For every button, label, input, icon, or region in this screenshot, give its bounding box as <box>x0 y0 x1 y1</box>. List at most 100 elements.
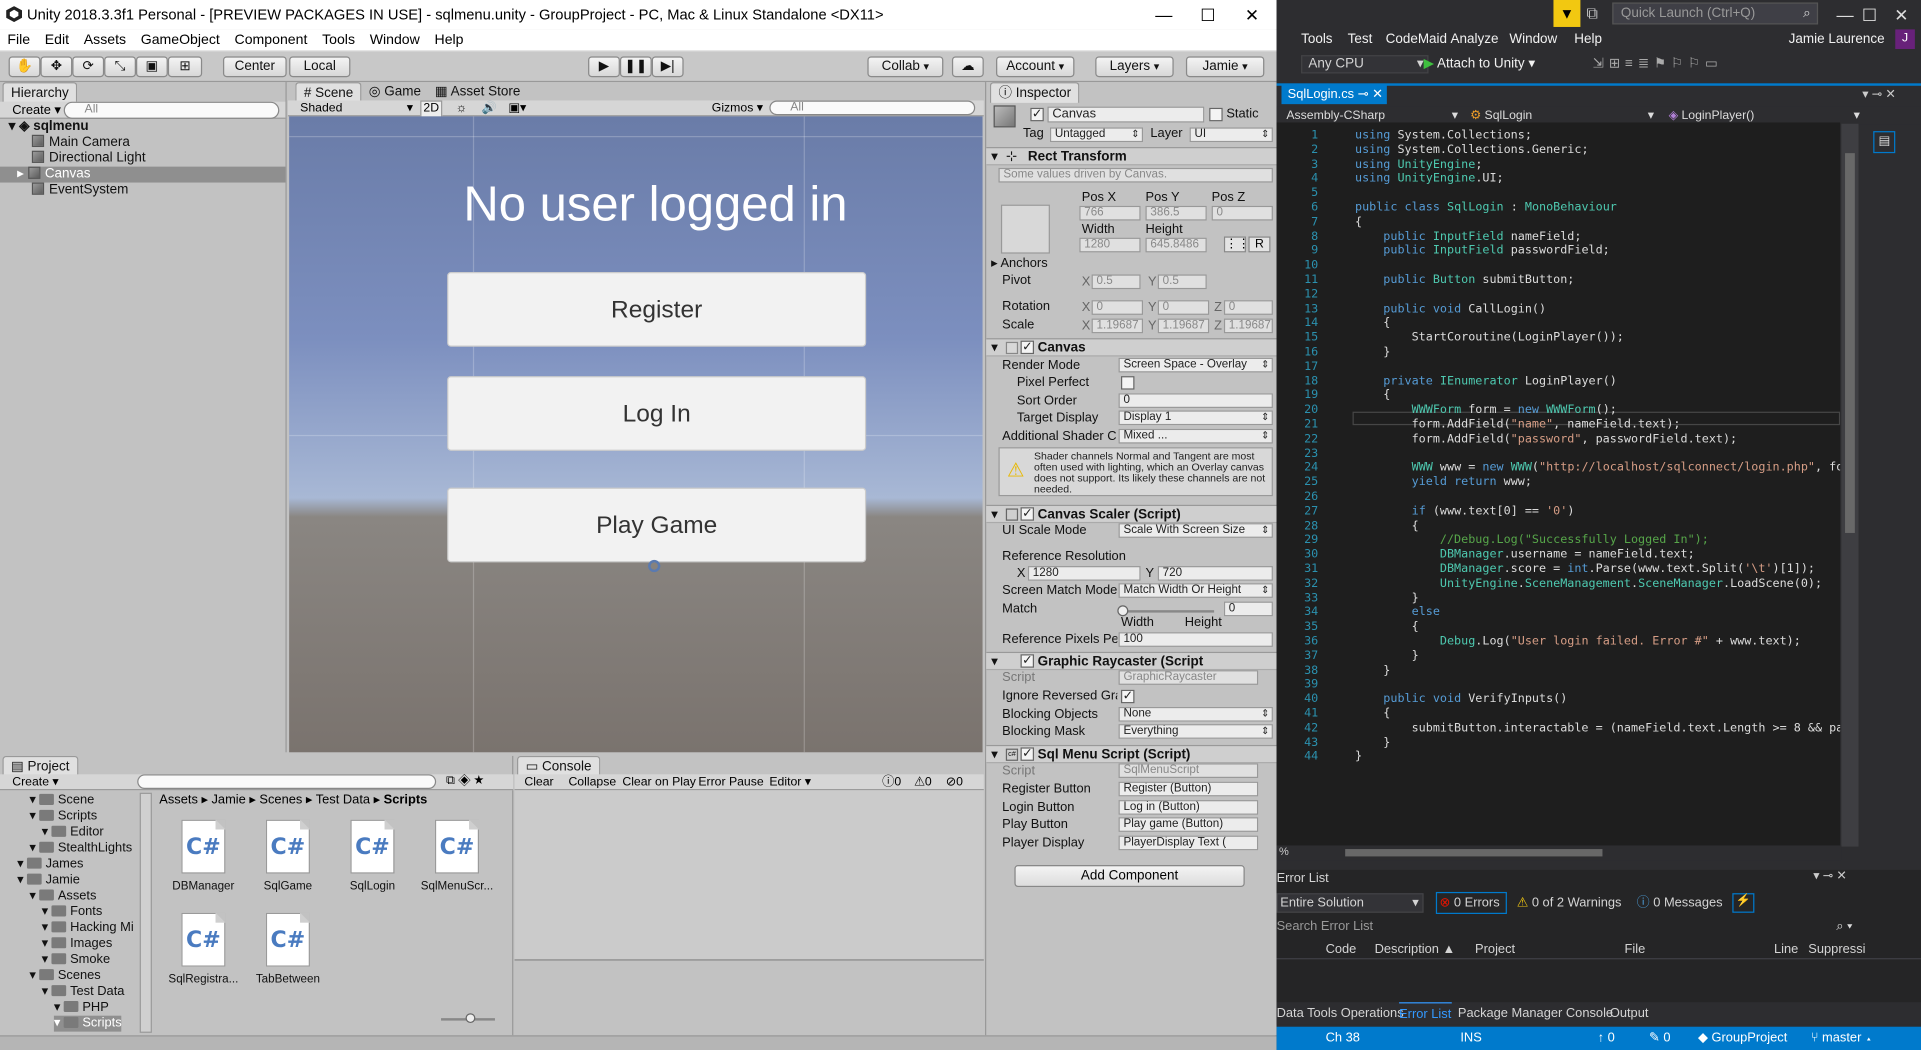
sql-menu-script-header[interactable]: ▾ c# ✓ Sql Menu Script (Script) <box>986 744 1278 764</box>
collab-dropdown[interactable]: Collab <box>867 56 944 78</box>
script-asset[interactable]: C# SqlLogin <box>333 819 411 906</box>
folder-tree-item[interactable]: ▾ Scripts <box>53 1015 122 1032</box>
menu-window[interactable]: Window <box>362 29 427 51</box>
code-line[interactable]: public void VerifyInputs() <box>1355 692 1567 706</box>
code-line[interactable]: StartCoroutine(LoginPlayer()); <box>1355 331 1624 345</box>
code-line[interactable]: WWWForm form = new WWWForm(); <box>1355 403 1617 417</box>
layers-dropdown[interactable]: Layers <box>1095 56 1174 78</box>
hierarchy-item-main-camera[interactable]: Main Camera <box>0 134 285 151</box>
scale-x-field[interactable]: 1.19687 <box>1091 318 1144 334</box>
folder-tree-item[interactable]: ▾ StealthLights <box>29 840 132 856</box>
col-code[interactable]: Code <box>1326 940 1357 960</box>
foldout-icon[interactable]: ▾ <box>991 148 998 165</box>
reference-y-field[interactable]: 720 <box>1157 566 1273 581</box>
match-mode-dropdown[interactable]: Match Width Or Height <box>1118 583 1273 598</box>
anchor-presets-icon[interactable] <box>1000 204 1050 254</box>
height-field[interactable]: 645.8486 <box>1145 237 1207 253</box>
code-line[interactable]: yield return www; <box>1355 476 1532 490</box>
code-line[interactable]: public Button submitButton; <box>1355 273 1574 287</box>
code-line[interactable]: { <box>1355 707 1390 721</box>
pivot-handle-icon[interactable] <box>648 559 661 573</box>
scale-mode-dropdown[interactable]: Scale With Screen Size <box>1118 523 1273 538</box>
folder-tree-item[interactable]: ▾ Hacking Mi <box>42 920 134 936</box>
pixel-perfect-checkbox[interactable] <box>1120 376 1135 390</box>
account-dropdown[interactable]: Account <box>996 56 1075 78</box>
tab-output[interactable]: Output <box>1610 1002 1649 1024</box>
filter-icon[interactable]: ▼ <box>1553 0 1581 27</box>
scale-y-field[interactable]: 1.19687 <box>1157 318 1210 334</box>
console-editor-dropdown[interactable]: Editor ▾ <box>769 774 811 790</box>
messages-filter-button[interactable]: ⓘ 0 Messages <box>1637 892 1723 914</box>
code-line[interactable]: } <box>1355 750 1362 764</box>
anchors-foldout[interactable]: ▸ Anchors <box>991 256 1048 272</box>
blueprint-mode-icon[interactable]: ⋮⋮ <box>1223 236 1250 253</box>
raw-edit-button[interactable]: R <box>1248 236 1271 253</box>
console-log-count[interactable]: ⓘ0 <box>882 774 901 790</box>
audio-icon[interactable]: 🔊 <box>481 100 496 116</box>
errors-filter-button[interactable]: ⊗ 0 Errors <box>1435 891 1507 915</box>
code-line[interactable]: } <box>1355 346 1390 360</box>
script-asset[interactable]: C# TabBetween <box>249 912 327 999</box>
code-line[interactable]: else <box>1355 606 1440 620</box>
crumb[interactable]: Test Data <box>316 793 370 808</box>
blocking-objects-dropdown[interactable]: None <box>1118 706 1273 722</box>
rotation-z-field[interactable]: 0 <box>1223 300 1273 315</box>
effects-icon[interactable]: ▣▾ <box>508 100 526 116</box>
blocking-mask-dropdown[interactable]: Everything <box>1118 724 1273 739</box>
pivot-local-button[interactable]: Local <box>289 56 351 78</box>
console-error-count[interactable]: ⊘0 <box>946 774 963 790</box>
user-avatar[interactable]: J <box>1895 29 1915 50</box>
menu-component[interactable]: Component <box>227 29 315 51</box>
code-line[interactable]: Debug.Log("User login failed. Error #" +… <box>1355 635 1801 649</box>
folder-tree-item[interactable]: ▾ PHP <box>54 1000 109 1016</box>
code-line[interactable]: } <box>1355 649 1419 663</box>
rect-tool-icon[interactable]: ▣ <box>135 56 168 78</box>
project-search-input[interactable] <box>137 774 437 790</box>
folder-tree-item[interactable]: ▾ James <box>17 856 83 872</box>
layout-dropdown[interactable]: Jamie <box>1185 56 1265 78</box>
component-enabled-checkbox[interactable]: ✓ <box>1020 507 1035 521</box>
col-file[interactable]: File <box>1625 940 1646 960</box>
code-line[interactable]: { <box>1355 519 1419 533</box>
script-asset[interactable]: C# SqlGame <box>249 819 327 906</box>
tab-sqllogin-cs[interactable]: SqlLogin.cs ⊸ ✕ <box>1281 84 1387 105</box>
code-line[interactable]: form.AddField("name", nameField.text); <box>1355 418 1681 432</box>
code-line[interactable]: { <box>1355 620 1419 634</box>
crumb-current[interactable]: Scripts <box>384 793 428 808</box>
menu-assets[interactable]: Assets <box>76 29 133 51</box>
warnings-filter-button[interactable]: ⚠ 0 of 2 Warnings <box>1517 892 1622 914</box>
col-suppression[interactable]: Suppressi <box>1808 940 1865 960</box>
error-search-input[interactable]: Search Error List ⌕ ▾ <box>1277 919 1853 935</box>
menu-gameobject[interactable]: GameObject <box>133 29 227 51</box>
filter-icons[interactable]: ⧉ ◈ ★ <box>446 773 484 789</box>
canvas-component-header[interactable]: ▾ ✓ Canvas <box>986 338 1278 357</box>
folder-tree-item[interactable]: ▾ Scripts <box>29 809 97 825</box>
console-log-area[interactable] <box>514 790 984 960</box>
posy-field[interactable]: 386.5 <box>1145 205 1207 221</box>
quick-launch-input[interactable]: Quick Launch (Ctrl+Q) ⌕ <box>1612 2 1819 25</box>
code-line[interactable]: UnityEngine.SceneManagement.SceneManager… <box>1355 577 1822 591</box>
scene-root[interactable]: ▾ ◈ sqlmenu <box>0 119 285 135</box>
code-line[interactable]: submitButton.interactable = (nameField.t… <box>1355 721 1841 735</box>
code-line[interactable]: public class SqlLogin : MonoBehaviour <box>1355 201 1617 215</box>
posz-field[interactable]: 0 <box>1211 205 1273 221</box>
foldout-icon[interactable]: ▾ <box>991 746 998 763</box>
code-line[interactable]: } <box>1355 736 1390 750</box>
tab-error-list[interactable]: Error List <box>1399 1002 1452 1025</box>
console-clear-on-play-button[interactable]: Clear on Play <box>622 774 696 790</box>
panel-controls-icon[interactable]: ▾ ⊸ ✕ <box>1813 870 1846 883</box>
attach-to-unity-button[interactable]: ▶ Attach to Unity ▾ <box>1424 55 1536 73</box>
tag-dropdown[interactable]: Untagged <box>1049 127 1144 143</box>
folder-tree-item[interactable]: ▾ Scene <box>29 793 94 809</box>
code-line[interactable]: DBManager.username = nameField.text; <box>1355 548 1695 562</box>
hierarchy-item-eventsystem[interactable]: EventSystem <box>0 182 285 199</box>
col-project[interactable]: Project <box>1475 940 1515 960</box>
code-line[interactable]: using System.Collections; <box>1355 129 1532 143</box>
status-branch[interactable]: ⑂ master ▴ <box>1811 1027 1873 1050</box>
step-icon[interactable]: ▶| <box>651 56 684 78</box>
hierarchy-item-directional-light[interactable]: Directional Light <box>0 150 285 167</box>
component-enabled-checkbox[interactable]: ✓ <box>1020 654 1035 668</box>
register-button[interactable]: Register <box>447 271 867 347</box>
foldout-icon[interactable]: ▾ <box>991 506 998 523</box>
scale-tool-icon[interactable]: ⤡ <box>104 56 136 78</box>
